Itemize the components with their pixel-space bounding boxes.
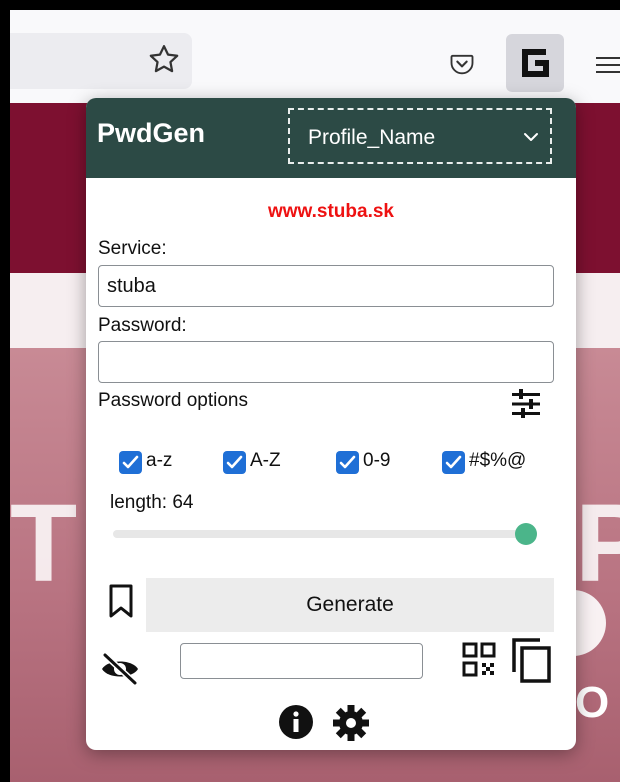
- hamburger-menu-icon[interactable]: [596, 54, 620, 76]
- service-label: Service:: [98, 238, 167, 259]
- hero-trailing-letter: O: [575, 678, 610, 727]
- pwdgen-extension-button[interactable]: [506, 34, 564, 92]
- password-input[interactable]: [98, 341, 554, 383]
- checkbox-label: A-Z: [250, 450, 281, 471]
- checkbox-checked-icon: [119, 451, 142, 474]
- sliders-options-icon[interactable]: [510, 388, 542, 420]
- checkbox-label: a-z: [146, 450, 173, 471]
- checkbox-label: 0-9: [363, 450, 391, 471]
- password-options-label: Password options: [98, 390, 248, 411]
- popup-title: PwdGen: [97, 118, 206, 148]
- browser-toolbar: [10, 10, 620, 103]
- length-slider-thumb[interactable]: [515, 523, 537, 545]
- hero-letters-right: P: [575, 482, 620, 605]
- generate-button[interactable]: Generate: [146, 578, 554, 632]
- chevron-down-icon: [524, 133, 538, 141]
- pocket-icon[interactable]: [448, 50, 476, 78]
- browser-window: TE P › O PwdGen Profile_Name www.stuba.s…: [10, 10, 620, 782]
- copy-icon[interactable]: [510, 636, 552, 684]
- checkbox-label: #$%@: [469, 450, 527, 471]
- generated-password-field[interactable]: [180, 643, 423, 679]
- checkbox-checked-icon: [442, 451, 465, 474]
- bookmark-icon[interactable]: [108, 584, 134, 618]
- profile-select-value: Profile_Name: [308, 126, 436, 149]
- charset-options: a-z A-Z 0-9 #$%@: [86, 448, 576, 478]
- qr-code-icon[interactable]: [462, 642, 496, 678]
- pwdgen-popup: PwdGen Profile_Name www.stuba.sk Service…: [86, 98, 576, 750]
- length-slider[interactable]: [113, 530, 537, 538]
- length-label: length: 64: [110, 492, 194, 513]
- info-icon[interactable]: [278, 704, 314, 740]
- pwdgen-extension-icon: [522, 49, 549, 77]
- star-icon[interactable]: [146, 42, 182, 78]
- checkbox-checked-icon: [223, 451, 246, 474]
- checkbox-checked-icon: [336, 451, 359, 474]
- popup-header: PwdGen Profile_Name: [86, 98, 576, 178]
- eye-slash-icon[interactable]: [100, 652, 140, 686]
- settings-gear-icon[interactable]: [332, 704, 370, 742]
- current-site: www.stuba.sk: [268, 201, 394, 222]
- service-input[interactable]: stuba: [98, 265, 554, 307]
- profile-select[interactable]: Profile_Name: [288, 108, 552, 164]
- password-label: Password:: [98, 315, 187, 336]
